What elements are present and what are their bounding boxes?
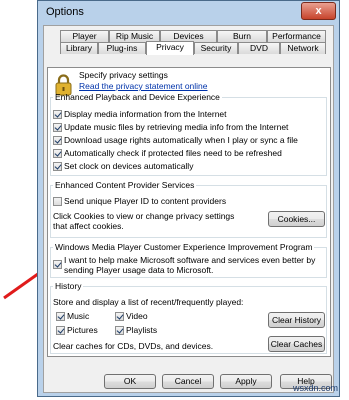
dialog-client-area: Player Rip Music Devices Burn Performanc… — [43, 25, 334, 393]
window-title: Options — [46, 6, 84, 18]
content-provider-legend: Enhanced Content Provider Services — [55, 180, 195, 190]
display-media-info-label: Display media information from the Inter… — [64, 109, 227, 119]
options-dialog: Options x Player Rip Music Devices Burn … — [37, 0, 340, 397]
update-music-files-checkbox[interactable] — [53, 123, 62, 132]
cookies-description-line2: that affect cookies. — [53, 221, 124, 231]
ceip-label-line1: I want to help make Microsoft software a… — [64, 255, 316, 265]
download-usage-rights-label: Download usage rights automatically when… — [64, 135, 298, 145]
history-music-checkbox[interactable] — [56, 312, 65, 321]
playback-group-legend: Enhanced Playback and Device Experience — [55, 92, 220, 102]
history-music-label: Music — [67, 311, 90, 321]
ceip-legend: Windows Media Player Customer Experience… — [55, 242, 313, 252]
send-player-id-checkbox[interactable] — [53, 197, 62, 206]
history-legend: History — [55, 281, 82, 291]
watermark: wsxdn.com — [293, 383, 339, 393]
history-description: Store and display a list of recent/frequ… — [53, 297, 244, 307]
tab-player[interactable]: Player — [60, 30, 109, 42]
set-clock-checkbox[interactable] — [53, 162, 62, 171]
clear-caches-description: Clear caches for CDs, DVDs, and devices. — [53, 341, 214, 351]
close-icon: x — [315, 5, 322, 17]
history-video-label: Video — [126, 311, 148, 321]
history-pictures-checkbox[interactable] — [56, 326, 65, 335]
tab-network[interactable]: Network — [280, 42, 326, 54]
update-music-files-label: Update music files by retrieving media i… — [64, 122, 289, 132]
cancel-button[interactable]: Cancel — [162, 374, 214, 389]
download-usage-rights-checkbox[interactable] — [53, 136, 62, 145]
tab-plug-ins[interactable]: Plug-ins — [98, 42, 146, 54]
tab-burn[interactable]: Burn — [217, 30, 267, 42]
cookies-description: Click Cookies to view or change privacy … — [53, 211, 235, 221]
clear-history-button[interactable]: Clear History — [268, 312, 325, 328]
cookies-button[interactable]: Cookies... — [268, 211, 325, 227]
title-bar: Options x — [38, 1, 339, 23]
display-media-info-checkbox[interactable] — [53, 110, 62, 119]
tab-library[interactable]: Library — [60, 42, 98, 54]
tab-dvd[interactable]: DVD — [238, 42, 280, 54]
check-protected-files-label: Automatically check if protected files n… — [64, 148, 282, 158]
privacy-panel: Specify privacy settings Read the privac… — [47, 67, 331, 357]
ceip-checkbox[interactable] — [53, 260, 62, 269]
history-pictures-label: Pictures — [67, 325, 98, 335]
send-player-id-label: Send unique Player ID to content provide… — [64, 196, 227, 206]
privacy-statement-link[interactable]: Read the privacy statement online — [79, 81, 208, 91]
privacy-header-text: Specify privacy settings — [79, 70, 168, 80]
history-video-checkbox[interactable] — [115, 312, 124, 321]
ceip-label-line2: sending Player usage data to Microsoft. — [64, 265, 214, 275]
tab-security[interactable]: Security — [194, 42, 238, 54]
tab-performance[interactable]: Performance — [267, 30, 326, 42]
check-protected-files-checkbox[interactable] — [53, 149, 62, 158]
ok-button[interactable]: OK — [104, 374, 156, 389]
history-playlists-checkbox[interactable] — [115, 326, 124, 335]
history-playlists-label: Playlists — [126, 325, 158, 335]
set-clock-label: Set clock on devices automatically — [64, 161, 194, 171]
close-button[interactable]: x — [301, 2, 336, 20]
clear-caches-button[interactable]: Clear Caches — [268, 336, 325, 352]
apply-button[interactable]: Apply — [220, 374, 272, 389]
tab-privacy[interactable]: Privacy — [146, 41, 194, 55]
